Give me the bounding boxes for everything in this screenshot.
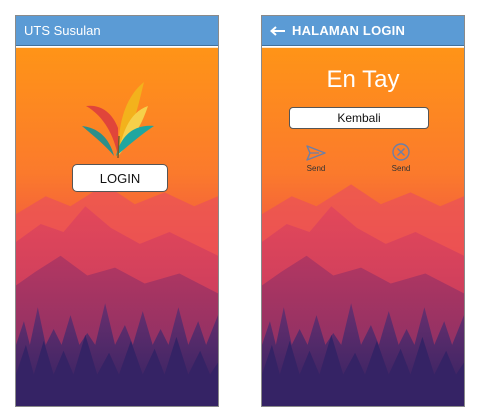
send-action[interactable]: Send (296, 144, 336, 173)
halaman-login-screen: HALAMAN LOGIN En Tay Kembali Send Send (261, 15, 465, 407)
user-name-title: En Tay (326, 66, 400, 93)
app-bar: UTS Susulan (16, 16, 218, 46)
feather-logo (82, 82, 154, 159)
close-circle-icon (392, 143, 410, 161)
app-title: UTS Susulan (24, 23, 101, 38)
login-button[interactable]: LOGIN (72, 164, 168, 192)
send-label: Send (306, 164, 326, 173)
back-arrow-icon[interactable] (270, 25, 286, 36)
send-icon (306, 145, 326, 161)
cancel-send-action[interactable]: Send (381, 142, 421, 173)
kembali-button[interactable]: Kembali (289, 107, 429, 129)
app-bar: HALAMAN LOGIN (262, 16, 464, 46)
login-screen: UTS Susulan LOGIN (15, 15, 219, 407)
mountain-background (262, 47, 464, 406)
app-title: HALAMAN LOGIN (292, 23, 406, 38)
send-label: Send (391, 164, 411, 173)
